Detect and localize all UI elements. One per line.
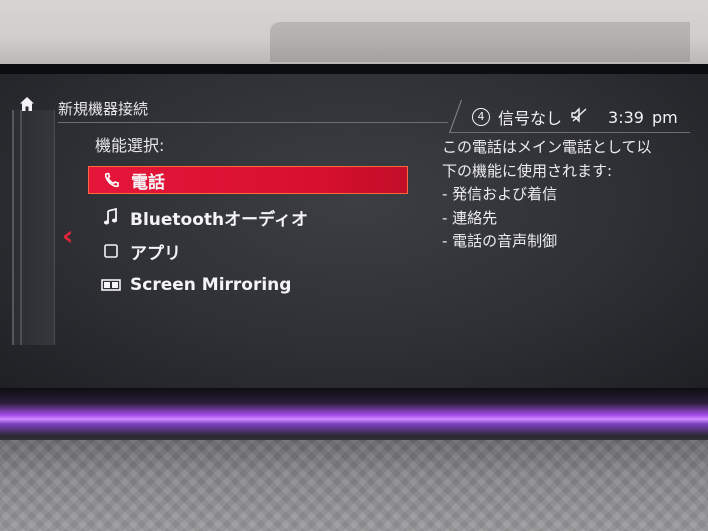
dashboard-lower-trim [0,440,708,531]
infotainment-screen: ‹ 新規機器接続 4 信号なし 3:39 pm 機能選択: 電話 Bluetoo… [0,74,708,388]
list-item-bluetooth-audio[interactable]: Bluetoothオーディオ [88,200,408,234]
description-line: - 発信および着信 [442,185,558,203]
screen-mirroring-icon [100,278,122,292]
home-icon[interactable] [19,96,35,112]
phone-icon [101,171,123,189]
left-navigation-rail[interactable] [12,110,55,345]
status-bar: 4 信号なし 3:39 pm [472,104,678,130]
chevron-left-icon[interactable]: ‹ [62,222,74,250]
list-item-label: アプリ [130,243,181,264]
list-item-label: 電話 [131,172,165,193]
speaker-mute-icon [570,107,588,127]
list-item-label: Bluetoothオーディオ [130,209,308,230]
rail-divider [20,110,22,345]
list-item-phone[interactable]: 電話 [88,166,408,194]
section-label: 機能選択: [95,136,165,155]
clock-ampm: pm [651,107,678,127]
list-item-apps[interactable]: アプリ [88,234,408,268]
description-line: - 電話の音声制御 [442,232,558,250]
page-title: 新規機器接続 [58,100,149,118]
description-panel: この電話はメイン電話として以 下の機能に使用されます: - 発信および着信 - … [442,136,697,254]
signal-status: 信号なし [498,109,563,128]
app-square-icon [100,243,122,259]
description-line: この電話はメイン電話として以 [442,138,652,156]
dashboard-top-trim [0,0,708,70]
source-number-icon: 4 [472,108,490,126]
description-line: - 連絡先 [442,208,498,227]
function-list: 電話 Bluetoothオーディオ アプリ Screen Mirroring [88,166,408,302]
clock-time: 3:39 [608,107,644,127]
description-line: 下の機能に使用されます: [442,161,613,180]
ambient-light-strip [0,388,708,448]
list-item-label: Screen Mirroring [130,275,292,295]
list-item-screen-mirroring[interactable]: Screen Mirroring [88,268,408,302]
music-note-icon [100,208,122,226]
title-bar: 新規機器接続 [58,94,448,123]
